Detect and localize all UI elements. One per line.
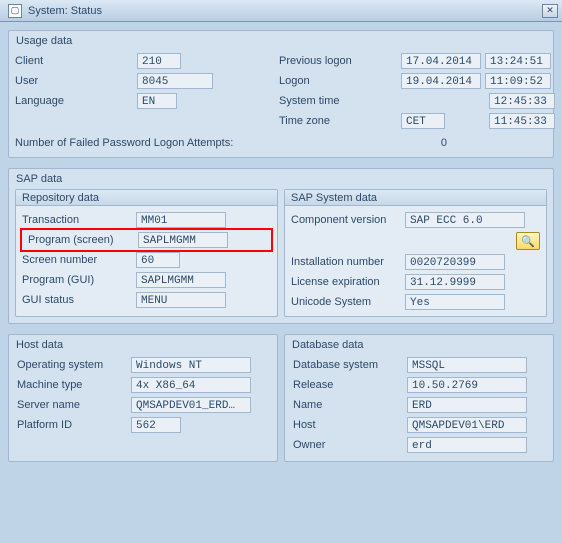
db-system-field: MSSQL bbox=[407, 357, 527, 373]
magnify-icon: 🔍 bbox=[521, 235, 535, 248]
transaction-field[interactable]: MM01 bbox=[136, 212, 226, 228]
usage-group: Usage data Client 210 Previous logon 17.… bbox=[8, 30, 554, 158]
db-name-field: ERD bbox=[407, 397, 527, 413]
client-label: Client bbox=[15, 55, 133, 67]
gui-status-label: GUI status bbox=[22, 294, 132, 306]
language-label: Language bbox=[15, 95, 133, 107]
component-field[interactable]: SAP ECC 6.0 bbox=[405, 212, 525, 228]
program-screen-label: Program (screen) bbox=[28, 234, 134, 246]
prevlogon-date-field: 17.04.2014 bbox=[401, 53, 481, 69]
db-name-label: Name bbox=[293, 399, 403, 411]
db-release-field: 10.50.2769 bbox=[407, 377, 527, 393]
component-label: Component version bbox=[291, 214, 401, 226]
window-title: System: Status bbox=[28, 5, 542, 17]
timezone-zone-field[interactable]: CET bbox=[401, 113, 445, 129]
server-label: Server name bbox=[17, 399, 127, 411]
license-field: 31.12.9999 bbox=[405, 274, 505, 290]
program-screen-field[interactable]: SAPLMGMM bbox=[138, 232, 228, 248]
attempts-value: 0 bbox=[407, 137, 447, 149]
program-screen-row-highlight: Program (screen) SAPLMGMM bbox=[20, 228, 273, 252]
timezone-time-field: 11:45:33 bbox=[489, 113, 555, 129]
systime-field: 12:45:33 bbox=[489, 93, 555, 109]
db-owner-field: erd bbox=[407, 437, 527, 453]
platform-field: 562 bbox=[131, 417, 181, 433]
logon-time-field: 11:09:52 bbox=[485, 73, 551, 89]
sapsystem-header: SAP System data bbox=[285, 190, 546, 206]
db-owner-label: Owner bbox=[293, 439, 403, 451]
repository-header: Repository data bbox=[16, 190, 277, 206]
user-field[interactable]: 8045 bbox=[137, 73, 213, 89]
window-icon: ▢ bbox=[8, 4, 22, 18]
machine-label: Machine type bbox=[17, 379, 127, 391]
host-group: Host data Operating system Windows NT Ma… bbox=[8, 334, 278, 462]
install-label: Installation number bbox=[291, 256, 401, 268]
db-group-title: Database data bbox=[289, 339, 367, 351]
prevlogon-label: Previous logon bbox=[279, 55, 397, 67]
sap-group-title: SAP data bbox=[13, 173, 65, 185]
unicode-field: Yes bbox=[405, 294, 505, 310]
host-group-title: Host data bbox=[13, 339, 66, 351]
detail-icon-button[interactable]: 🔍 bbox=[516, 232, 540, 250]
timezone-label: Time zone bbox=[279, 115, 397, 127]
db-host-label: Host bbox=[293, 419, 403, 431]
unicode-label: Unicode System bbox=[291, 296, 401, 308]
language-field[interactable]: EN bbox=[137, 93, 177, 109]
db-system-label: Database system bbox=[293, 359, 403, 371]
os-label: Operating system bbox=[17, 359, 127, 371]
program-gui-label: Program (GUI) bbox=[22, 274, 132, 286]
close-button[interactable]: ✕ bbox=[542, 4, 558, 18]
server-field[interactable]: QMSAPDEV01_ERD… bbox=[131, 397, 251, 413]
attempts-label: Number of Failed Password Logon Attempts… bbox=[15, 137, 233, 149]
systime-label: System time bbox=[279, 95, 397, 107]
prevlogon-time-field: 13:24:51 bbox=[485, 53, 551, 69]
db-host-field[interactable]: QMSAPDEV01\ERD bbox=[407, 417, 527, 433]
titlebar: ▢ System: Status ✕ bbox=[0, 0, 562, 22]
db-group: Database data Database system MSSQL Rele… bbox=[284, 334, 554, 462]
repository-panel: Repository data Transaction MM01 Program… bbox=[15, 189, 278, 317]
usage-group-title: Usage data bbox=[13, 35, 75, 47]
program-gui-field[interactable]: SAPLMGMM bbox=[136, 272, 226, 288]
license-label: License expiration bbox=[291, 276, 401, 288]
screen-number-label: Screen number bbox=[22, 254, 132, 266]
screen-number-field[interactable]: 60 bbox=[136, 252, 180, 268]
sapsystem-panel: SAP System data Component version SAP EC… bbox=[284, 189, 547, 317]
transaction-label: Transaction bbox=[22, 214, 132, 226]
machine-field: 4x X86_64 bbox=[131, 377, 251, 393]
platform-label: Platform ID bbox=[17, 419, 127, 431]
gui-status-field[interactable]: MENU bbox=[136, 292, 226, 308]
logon-date-field: 19.04.2014 bbox=[401, 73, 481, 89]
db-release-label: Release bbox=[293, 379, 403, 391]
user-label: User bbox=[15, 75, 133, 87]
install-field: 0020720399 bbox=[405, 254, 505, 270]
logon-label: Logon bbox=[279, 75, 397, 87]
os-field: Windows NT bbox=[131, 357, 251, 373]
client-field[interactable]: 210 bbox=[137, 53, 181, 69]
sap-group: SAP data Repository data Transaction MM0… bbox=[8, 168, 554, 324]
